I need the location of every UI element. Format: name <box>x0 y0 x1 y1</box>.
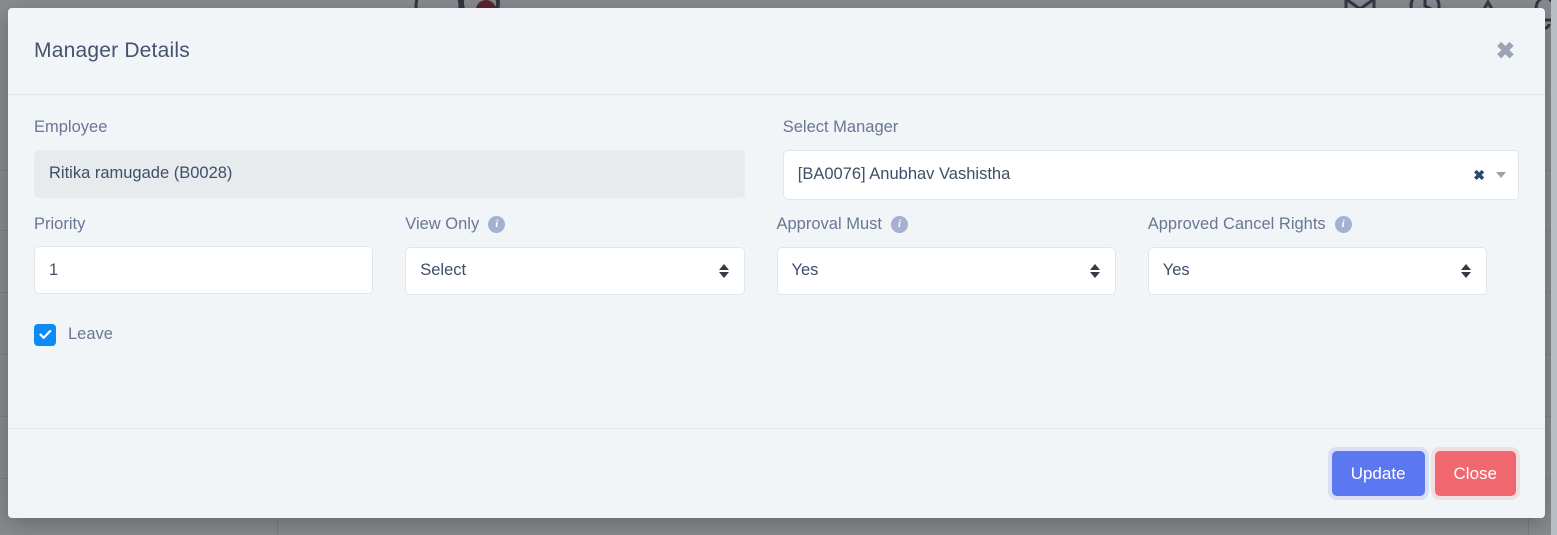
modal-header: Manager Details ✖ <box>8 8 1545 95</box>
field-group-view-only: View Only i Select <box>405 214 776 295</box>
leave-checkbox[interactable] <box>34 323 56 346</box>
info-icon[interactable]: i <box>488 215 506 233</box>
field-group-priority: Priority <box>34 214 405 295</box>
update-button[interactable]: Update <box>1331 451 1425 496</box>
clear-icon[interactable]: ✖ <box>1473 168 1485 182</box>
close-button[interactable]: Close <box>1434 451 1516 496</box>
info-icon[interactable]: i <box>1334 215 1352 233</box>
select-manager-value: [BA0076] Anubhav Vashistha <box>797 165 1011 183</box>
page-title: Manager Details <box>34 39 190 62</box>
priority-input[interactable] <box>34 246 374 294</box>
manager-details-modal: Manager Details ✖ Employee Ritika ramuga… <box>8 8 1545 518</box>
field-group-select-manager: Select Manager [BA0076] Anubhav Vashisth… <box>777 119 1519 200</box>
form-row-settings: Priority View Only i Select Approval Mus… <box>34 214 1519 295</box>
modal-footer: Update Close <box>8 428 1545 518</box>
approved-cancel-rights-label-wrap: Approved Cancel Rights i <box>1147 214 1487 233</box>
field-group-approved-cancel-rights: Approved Cancel Rights i Yes <box>1147 214 1519 295</box>
approval-must-select-wrap: Yes <box>776 246 1116 295</box>
approval-must-label: Approval Must <box>776 214 882 233</box>
select-manager-label: Select Manager <box>782 118 899 136</box>
approved-cancel-rights-label: Approved Cancel Rights <box>1147 214 1326 233</box>
modal-body: Employee Ritika ramugade (B0028) Select … <box>8 95 1545 428</box>
field-group-approval-must: Approval Must i Yes <box>776 214 1148 295</box>
check-icon <box>38 329 51 339</box>
field-group-employee: Employee Ritika ramugade (B0028) <box>34 119 777 200</box>
leave-label[interactable]: Leave <box>68 325 113 344</box>
employee-label: Employee <box>34 118 108 136</box>
leave-checkbox-row[interactable]: Leave <box>34 323 113 346</box>
close-icon[interactable]: ✖ <box>1496 39 1515 63</box>
select-manager-actions: ✖ <box>1473 168 1506 182</box>
approved-cancel-rights-select[interactable]: Yes <box>1147 246 1487 295</box>
employee-value: Ritika ramugade (B0028) <box>34 149 745 198</box>
view-only-label: View Only <box>405 214 480 233</box>
view-only-label-wrap: View Only i <box>405 214 744 233</box>
approved-cancel-rights-select-wrap: Yes <box>1147 246 1487 295</box>
view-only-select[interactable]: Select <box>405 246 745 295</box>
page-scrollbar[interactable] <box>1551 0 1557 535</box>
form-row-identity: Employee Ritika ramugade (B0028) Select … <box>34 119 1519 200</box>
chevron-down-icon[interactable] <box>1496 171 1506 178</box>
view-only-select-wrap: Select <box>405 246 745 295</box>
info-icon[interactable]: i <box>890 215 908 233</box>
priority-label: Priority <box>34 214 86 233</box>
approval-must-label-wrap: Approval Must i <box>776 214 1116 233</box>
select-manager-input[interactable]: [BA0076] Anubhav Vashistha ✖ <box>782 149 1519 200</box>
approval-must-select[interactable]: Yes <box>776 246 1116 295</box>
